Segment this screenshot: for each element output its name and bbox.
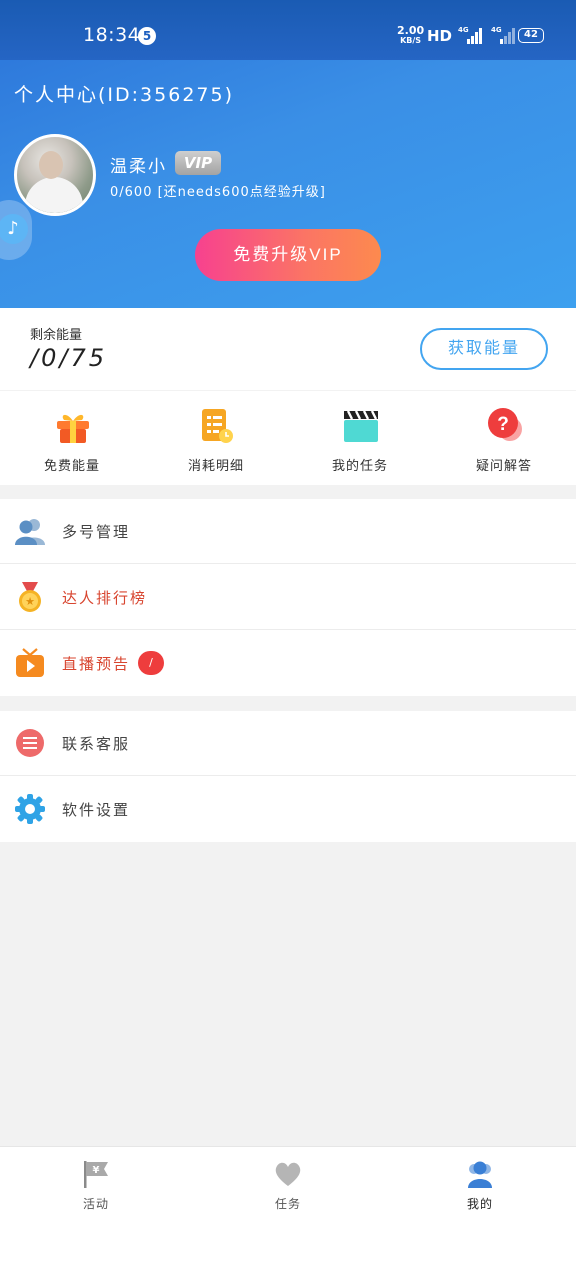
get-energy-button[interactable]: 获取能量 <box>420 328 548 370</box>
energy-value: /0/75 <box>30 344 107 372</box>
svg-text:?: ? <box>497 414 509 435</box>
energy-label: 剩余能量 <box>30 328 83 343</box>
question-bubble-icon: ? <box>488 408 522 441</box>
menu-label: 达人排行榜 <box>62 589 148 607</box>
menu-item-contact-support[interactable]: 联系客服 <box>0 711 576 776</box>
status-bar: 18:34 5 2.00 KB/S HD 4G 4G 42 <box>0 0 576 60</box>
users-icon <box>15 519 45 545</box>
quick-action-my-tasks[interactable]: 我的任务 <box>288 391 432 485</box>
quick-action-free-energy[interactable]: 免费能量 <box>0 391 144 485</box>
hd-indicator: HD <box>427 27 453 45</box>
menu-label: 直播预告 <box>62 655 131 673</box>
nickname: 温柔小 <box>110 157 167 177</box>
gear-icon <box>15 794 45 824</box>
menu-label: 多号管理 <box>62 523 131 541</box>
status-time: 18:34 <box>83 24 141 46</box>
menu-item-settings[interactable]: 软件设置 <box>0 777 576 842</box>
checklist-icon <box>202 409 233 443</box>
medal-icon: ★ <box>19 582 41 612</box>
quick-actions: 免费能量 消耗明细 我的任务 ? 疑问解答 <box>0 391 576 485</box>
page-title: 个人中心(ID:356275) <box>14 84 234 106</box>
svg-text:★: ★ <box>25 595 35 608</box>
menu-label: 软件设置 <box>62 801 131 819</box>
tab-mine[interactable]: 我的 <box>420 1159 540 1219</box>
bottom-tab-bar: ¥ 活动 任务 我的 <box>0 1146 576 1280</box>
menu-label: 联系客服 <box>62 735 131 753</box>
heart-icon <box>275 1162 301 1186</box>
menu-item-live-preview[interactable]: 直播预告 / <box>0 631 576 696</box>
menu-item-account-management[interactable]: 多号管理 <box>0 499 576 564</box>
vip-badge: VIP <box>175 151 221 175</box>
avatar[interactable] <box>14 134 96 216</box>
menu-item-leaderboard[interactable]: ★ 达人排行榜 <box>0 565 576 630</box>
svg-text:¥: ¥ <box>93 1165 100 1176</box>
tv-icon <box>16 648 44 677</box>
tab-activity[interactable]: ¥ 活动 <box>36 1159 156 1219</box>
quick-action-consumption-details[interactable]: 消耗明细 <box>144 391 288 485</box>
battery-icon: 42 <box>518 28 544 43</box>
profile-header: 18:34 5 2.00 KB/S HD 4G 4G 42 个人中心(ID:356… <box>0 0 576 308</box>
live-badge: / <box>138 651 164 675</box>
music-float-button[interactable]: ♪ <box>0 200 32 260</box>
flag-yen-icon: ¥ <box>84 1161 108 1188</box>
exp-progress-text: 0/600 [还needs600点经验升级] <box>110 185 326 200</box>
quick-action-faq[interactable]: ? 疑问解答 <box>432 391 576 485</box>
upgrade-vip-button[interactable]: 免费升级VIP <box>195 229 381 281</box>
energy-section: 剩余能量 /0/75 获取能量 <box>0 308 576 390</box>
notification-badge: 5 <box>138 27 156 45</box>
chat-icon <box>16 729 44 757</box>
network-speed: 2.00 KB/S <box>397 24 425 45</box>
person-icon <box>468 1161 492 1188</box>
tab-tasks[interactable]: 任务 <box>228 1159 348 1219</box>
gift-icon <box>57 414 89 443</box>
menu-group-1: 多号管理 ★ 达人排行榜 直播预告 / <box>0 499 576 696</box>
menu-group-2: 联系客服 软件设置 <box>0 711 576 842</box>
music-note-icon: ♪ <box>0 214 28 244</box>
clapperboard-icon <box>344 410 378 442</box>
